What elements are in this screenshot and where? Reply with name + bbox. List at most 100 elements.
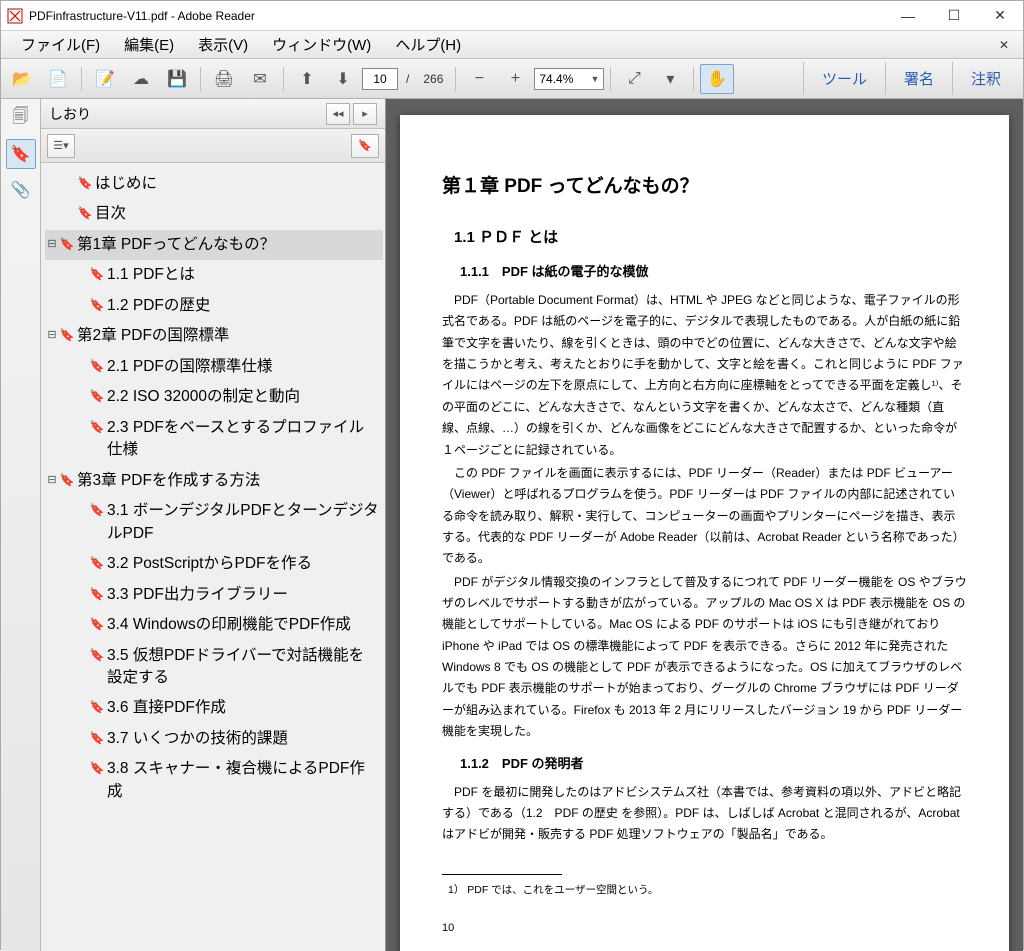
bookmark-item[interactable]: 🔖1.1 PDFとは: [45, 260, 383, 290]
tree-twisty-icon[interactable]: ⊟: [45, 470, 59, 489]
bookmark-label: 1.2 PDFの歴史: [105, 295, 379, 317]
tree-twisty-icon[interactable]: ⊟: [45, 325, 59, 344]
menu-window[interactable]: ウィンドウ(W): [260, 31, 383, 58]
bookmark-item[interactable]: ⊟🔖第1章 PDFってどんなもの？: [45, 230, 383, 260]
menu-file[interactable]: ファイル(F): [9, 31, 112, 58]
bookmark-next-button[interactable]: ▸: [353, 103, 377, 125]
bookmark-item[interactable]: 🔖3.3 PDF出力ライブラリー: [45, 580, 383, 610]
bookmark-icon: 🔖: [89, 356, 105, 375]
bookmark-item[interactable]: 🔖目次: [45, 199, 383, 229]
menu-help[interactable]: ヘルプ(H): [383, 31, 473, 58]
bookmarks-toolbar: ☰▾ 🔖: [41, 129, 385, 163]
doc-subsection-b: 1.1.2 PDF の発明者: [460, 753, 967, 772]
doc-chapter-title: 第１章 PDF ってどんなもの？: [442, 171, 967, 198]
mail-button[interactable]: ✉: [243, 64, 277, 94]
bookmark-label: 目次: [93, 203, 379, 225]
bookmark-label: 第3章 PDFを作成する方法: [75, 470, 379, 492]
bookmark-icon: 🔖: [89, 264, 105, 283]
bookmark-item[interactable]: 🔖2.3 PDFをベースとするプロファイル仕様: [45, 413, 383, 466]
bookmark-icon: 🔖: [89, 697, 105, 716]
bookmark-find-button[interactable]: 🔖: [351, 134, 379, 158]
bookmark-options-button[interactable]: ☰▾: [47, 134, 75, 158]
page-number-input[interactable]: [362, 68, 398, 90]
menubar: ファイル(F) 編集(E) 表示(V) ウィンドウ(W) ヘルプ(H) ✕: [1, 31, 1023, 59]
tree-twisty-icon[interactable]: ⊟: [45, 234, 59, 253]
minimize-button[interactable]: ―: [885, 1, 931, 31]
bookmark-item[interactable]: 🔖2.1 PDFの国際標準仕様: [45, 352, 383, 382]
bookmark-label: 1.1 PDFとは: [105, 264, 379, 286]
maximize-button[interactable]: ☐: [931, 1, 977, 31]
bookmark-item[interactable]: ⊟🔖第3章 PDFを作成する方法: [45, 466, 383, 496]
close-button[interactable]: ✕: [977, 1, 1023, 31]
bookmark-label: 3.8 スキャナー・複合機によるPDF作成: [105, 758, 379, 803]
bookmark-item[interactable]: 🔖3.7 いくつかの技術的課題: [45, 724, 383, 754]
bookmark-icon: 🔖: [89, 553, 105, 572]
attachments-tab[interactable]: 📎: [6, 175, 36, 205]
bookmark-icon: 🔖: [89, 386, 105, 405]
read-mode-button[interactable]: ▾: [653, 64, 687, 94]
doc-page-number: 10: [442, 919, 967, 939]
bookmark-label: 3.1 ボーンデジタルPDFとターンデジタルPDF: [105, 500, 379, 545]
page-separator: /: [400, 72, 415, 86]
bookmark-item[interactable]: 🔖1.2 PDFの歴史: [45, 291, 383, 321]
bookmark-item[interactable]: 🔖3.5 仮想PDFドライバーで対話機能を設定する: [45, 641, 383, 694]
bookmark-item[interactable]: 🔖3.4 Windowsの印刷機能でPDF作成: [45, 610, 383, 640]
zoom-in-button[interactable]: +: [498, 64, 532, 94]
bookmark-label: 2.1 PDFの国際標準仕様: [105, 356, 379, 378]
bookmark-item[interactable]: 🔖3.8 スキャナー・複合機によるPDF作成: [45, 754, 383, 807]
print-button[interactable]: 🖨: [207, 64, 241, 94]
bookmark-item[interactable]: ⊟🔖第2章 PDFの国際標準: [45, 321, 383, 351]
pdf-page: 第１章 PDF ってどんなもの？ 1.1 ＰＤＦ とは 1.1.1 PDF は紙…: [400, 115, 1009, 951]
bookmark-icon: 🔖: [89, 614, 105, 633]
menu-edit[interactable]: 編集(E): [112, 31, 186, 58]
doc-para: この PDF ファイルを画面に表示するには、PDF リーダー（Reader）また…: [442, 463, 967, 570]
convert-button[interactable]: 📝: [88, 64, 122, 94]
doc-footnote: 1） PDF では、これをユーザー空間という。: [448, 881, 967, 900]
window-title: PDFinfrastructure-V11.pdf - Adobe Reader: [29, 9, 885, 23]
menu-close-icon[interactable]: ✕: [993, 38, 1015, 52]
bookmark-item[interactable]: 🔖2.2 ISO 32000の制定と動向: [45, 382, 383, 412]
document-viewer[interactable]: 第１章 PDF ってどんなもの？ 1.1 ＰＤＦ とは 1.1.1 PDF は紙…: [386, 99, 1023, 951]
bookmark-icon: 🔖: [89, 728, 105, 747]
bookmark-label: 3.3 PDF出力ライブラリー: [105, 584, 379, 606]
page-up-button[interactable]: ⬆: [290, 64, 324, 94]
bookmark-prev-button[interactable]: ◂◂: [326, 103, 350, 125]
zoom-select[interactable]: 74.4% ▼: [534, 68, 604, 90]
bookmark-label: 第1章 PDFってどんなもの？: [75, 234, 379, 256]
tools-panel-button[interactable]: ツール: [803, 62, 885, 95]
doc-para: PDF（Portable Document Format）は、HTML や JP…: [442, 290, 967, 461]
bookmarks-tab[interactable]: 🔖: [6, 139, 36, 169]
comment-panel-button[interactable]: 注釈: [952, 62, 1019, 95]
bookmark-label: 3.5 仮想PDFドライバーで対話機能を設定する: [105, 645, 379, 690]
sign-panel-button[interactable]: 署名: [885, 62, 952, 95]
save-button[interactable]: 💾: [160, 64, 194, 94]
bookmarks-tree[interactable]: 🔖はじめに🔖目次⊟🔖第1章 PDFってどんなもの？🔖1.1 PDFとは🔖1.2 …: [41, 163, 385, 951]
doc-section-title: 1.1 ＰＤＦ とは: [454, 226, 967, 247]
bookmark-label: 2.2 ISO 32000の制定と動向: [105, 386, 379, 408]
bookmark-icon: 🔖: [89, 417, 105, 436]
bookmark-label: 3.6 直接PDF作成: [105, 697, 379, 719]
open-button[interactable]: 📂: [5, 64, 39, 94]
bookmark-item[interactable]: 🔖3.1 ボーンデジタルPDFとターンデジタルPDF: [45, 496, 383, 549]
chevron-down-icon: ▼: [590, 74, 599, 84]
bookmark-icon: 🔖: [59, 325, 75, 344]
bookmark-icon: 🔖: [89, 500, 105, 519]
page-down-button[interactable]: ⬇: [326, 64, 360, 94]
hand-tool-button[interactable]: ✋: [700, 64, 734, 94]
bookmark-icon: 🔖: [59, 234, 75, 253]
bookmark-icon: 🔖: [59, 470, 75, 489]
zoom-out-button[interactable]: −: [462, 64, 496, 94]
bookmark-item[interactable]: 🔖はじめに: [45, 169, 383, 199]
bookmarks-panel: しおり ◂◂ ▸ ☰▾ 🔖 🔖はじめに🔖目次⊟🔖第1章 PDFってどんなもの？🔖…: [41, 99, 386, 951]
menu-view[interactable]: 表示(V): [186, 31, 260, 58]
cloud-button[interactable]: ☁: [124, 64, 158, 94]
zoom-value: 74.4%: [539, 72, 573, 86]
thumbnails-tab[interactable]: 🗐: [6, 103, 36, 133]
bookmark-icon: 🔖: [89, 645, 105, 664]
bookmark-label: 2.3 PDFをベースとするプロファイル仕様: [105, 417, 379, 462]
bookmark-label: 3.4 Windowsの印刷機能でPDF作成: [105, 614, 379, 636]
bookmark-item[interactable]: 🔖3.6 直接PDF作成: [45, 693, 383, 723]
bookmark-item[interactable]: 🔖3.2 PostScriptからPDFを作る: [45, 549, 383, 579]
fullscreen-button[interactable]: ⤢: [617, 64, 651, 94]
create-pdf-button[interactable]: 📄: [41, 64, 75, 94]
